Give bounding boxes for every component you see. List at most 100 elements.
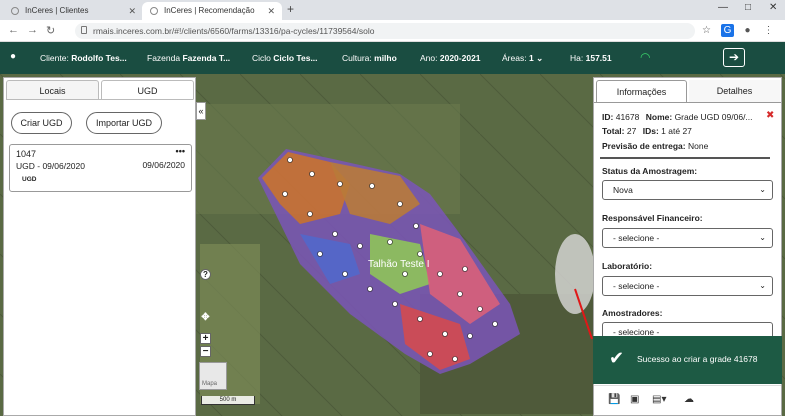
- laboratorio-value: - selecione -: [613, 281, 660, 291]
- close-tab-icon[interactable]: ✕: [128, 2, 136, 20]
- star-icon[interactable]: ☆: [700, 24, 713, 37]
- lock-icon: [81, 26, 87, 34]
- responsavel-select[interactable]: - selecione - ⌄: [602, 228, 773, 248]
- zoom-out-button[interactable]: −: [200, 346, 211, 357]
- chevron-down-icon: ⌄: [759, 233, 766, 242]
- header-cliente[interactable]: Cliente: Rodolfo Tes...: [40, 53, 127, 63]
- zoom-in-button[interactable]: +: [200, 333, 211, 344]
- card-tag: UGD: [22, 176, 37, 183]
- check-icon: ✔: [609, 348, 625, 368]
- cultura-label: Cultura:: [342, 53, 372, 63]
- menu-icon[interactable]: ⋮: [762, 24, 775, 37]
- collapse-panel-button[interactable]: «: [196, 102, 206, 120]
- criar-ugd-button[interactable]: Criar UGD: [11, 112, 72, 134]
- minimize-button[interactable]: —: [718, 2, 728, 13]
- previsao-value: None: [688, 141, 709, 151]
- tab-divider: [594, 102, 781, 103]
- previsao-label: Previsão de entrega:: [602, 141, 686, 151]
- status-label: Status da Amostragem:: [602, 166, 698, 176]
- fazenda-label: Fazenda: [147, 53, 181, 63]
- close-tab-icon[interactable]: ✕: [267, 2, 275, 20]
- wifi-icon: ◠: [640, 50, 651, 64]
- ano-label: Ano:: [420, 53, 438, 63]
- header-ha: Ha: 157.51: [570, 53, 612, 63]
- field-label: Talhão Teste I: [368, 259, 430, 270]
- cultura-value: milho: [374, 53, 397, 63]
- url-text: rmais.inceres.com.br/#!/clients/6560/far…: [93, 26, 375, 36]
- tab-title: InCeres | Clientes: [25, 6, 89, 15]
- scale-bar: 500 m: [201, 396, 255, 405]
- cliente-label: Cliente:: [40, 53, 69, 63]
- status-select[interactable]: Nova ⌄: [602, 180, 773, 200]
- browser-tab-recomendacao[interactable]: InCeres | Recomendação ✕: [142, 2, 282, 20]
- header-ano: Ano: 2020-2021: [420, 53, 481, 63]
- help-icon[interactable]: ?: [200, 269, 211, 280]
- forward-icon[interactable]: →: [27, 24, 38, 36]
- tab-detalhes[interactable]: Detalhes: [689, 80, 780, 102]
- ano-value: 2020-2021: [439, 53, 481, 63]
- cloud: [555, 234, 595, 314]
- browser-tab-clientes[interactable]: InCeres | Clientes ✕: [3, 2, 143, 20]
- responsavel-label: Responsável Financeiro:: [602, 213, 703, 223]
- total-label: Total:: [602, 126, 625, 136]
- new-tab-button[interactable]: +: [287, 2, 294, 16]
- ugd-card[interactable]: 1047 ••• UGD - 09/06/2020 09/06/2020 UGD: [9, 144, 192, 192]
- close-icon[interactable]: ✖: [766, 110, 774, 121]
- info-total-row: Total: 27 IDs: 1 até 27: [602, 126, 692, 136]
- tab-informacoes[interactable]: Informações: [596, 80, 687, 102]
- tab-title: InCeres | Recomendação: [164, 6, 255, 15]
- tab-ugd[interactable]: UGD: [101, 80, 194, 100]
- areas-label: Áreas:: [502, 53, 527, 63]
- header-fazenda[interactable]: Fazenda Fazenda T...: [147, 53, 230, 63]
- left-panel: Locais UGD Criar UGD Importar UGD 1047 •…: [3, 77, 196, 416]
- chevron-down-icon: ⌄: [536, 53, 544, 63]
- ciclo-label: Ciclo: [252, 53, 271, 63]
- card-date: 09/06/2020: [142, 160, 185, 170]
- ids-value: 1 até 27: [661, 126, 692, 136]
- areas-value: 1: [528, 53, 534, 63]
- profile-icon[interactable]: ●: [741, 24, 754, 37]
- header-ciclo[interactable]: Ciclo Ciclo Tes...: [252, 53, 318, 63]
- ids-label: IDs:: [642, 126, 659, 136]
- ha-label: Ha:: [570, 53, 584, 63]
- favicon-icon: [11, 7, 19, 15]
- cloud-upload-icon[interactable]: ☁: [684, 394, 694, 405]
- section-divider: [600, 157, 770, 159]
- responsavel-value: - selecione -: [613, 233, 660, 243]
- id-value: 41678: [615, 112, 640, 122]
- chevron-down-icon: ⌄: [759, 185, 766, 194]
- nome-label: Nome:: [645, 112, 673, 122]
- chevron-down-icon: ⌄: [759, 281, 766, 290]
- url-field[interactable]: rmais.inceres.com.br/#!/clients/6560/far…: [75, 23, 695, 39]
- save-icon[interactable]: 💾: [608, 394, 620, 405]
- info-previsao-row: Previsão de entrega: None: [602, 141, 708, 151]
- export-file-icon[interactable]: ▤▾: [652, 394, 666, 405]
- laboratorio-select[interactable]: - selecione - ⌄: [602, 276, 773, 296]
- header-areas[interactable]: Áreas: 1 ⌄: [502, 53, 543, 64]
- total-value: 27: [626, 126, 637, 136]
- laboratorio-label: Laboratório:: [602, 261, 653, 271]
- maximize-button[interactable]: □: [745, 2, 751, 13]
- tab-divider: [6, 99, 193, 100]
- reload-icon[interactable]: ↻: [46, 24, 55, 37]
- back-arrow-button[interactable]: ➔: [723, 48, 745, 67]
- excel-icon[interactable]: ▣: [630, 394, 639, 405]
- app-header: ● Cliente: Rodolfo Tes... Fazenda Fazend…: [0, 42, 785, 74]
- back-icon[interactable]: ←: [8, 24, 19, 36]
- tab-locais[interactable]: Locais: [6, 80, 99, 100]
- translate-icon[interactable]: G: [721, 24, 734, 37]
- importar-ugd-button[interactable]: Importar UGD: [86, 112, 162, 134]
- map-type-thumbnail[interactable]: Mapa: [199, 362, 227, 390]
- user-icon[interactable]: ●: [10, 51, 16, 62]
- ciclo-value: Ciclo Tes...: [273, 53, 318, 63]
- toast-message: Sucesso ao criar a grade 41678: [637, 354, 758, 364]
- amostradores-label: Amostradores:: [602, 308, 663, 318]
- ha-value: 157.51: [585, 53, 612, 63]
- success-toast[interactable]: ✔ Sucesso ao criar a grade 41678: [593, 336, 782, 384]
- status-value: Nova: [613, 185, 633, 195]
- close-window-button[interactable]: ✕: [769, 2, 777, 13]
- card-menu-icon[interactable]: •••: [176, 146, 185, 156]
- cliente-value: Rodolfo Tes...: [71, 53, 127, 63]
- card-name: UGD - 09/06/2020: [16, 161, 85, 171]
- move-icon[interactable]: ✥: [200, 313, 211, 324]
